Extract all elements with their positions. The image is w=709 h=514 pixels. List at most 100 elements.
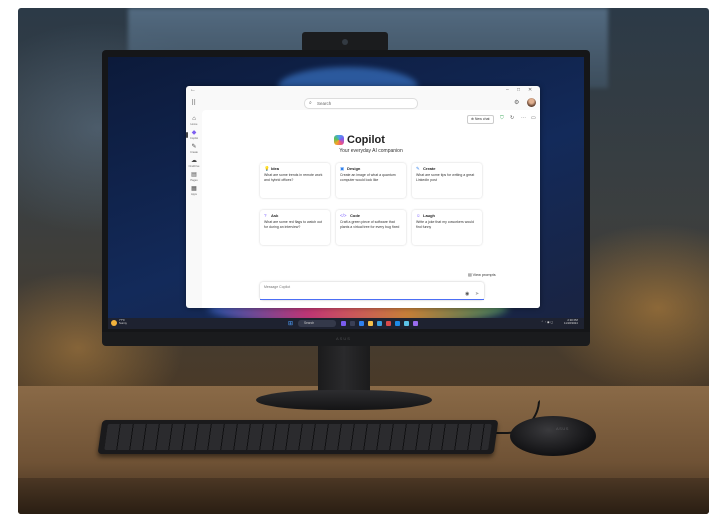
pages-icon: ▤ [191,172,197,178]
smile-icon: ☺ [416,213,421,218]
task-view-icon[interactable] [350,320,355,326]
prompt-card-design[interactable]: ▣ Design Create an image of what a quant… [336,163,406,198]
home-icon: ⌂ [192,116,196,122]
input-focus-line [260,299,484,300]
store-icon[interactable] [377,320,382,326]
card-title: Laugh [423,213,435,218]
app-launcher-icon[interactable]: ⠿ [191,99,196,107]
system-tray-icons[interactable]: ⌃ ◔ ◉ ◻ [541,320,553,324]
file-explorer-icon[interactable] [368,320,373,326]
send-icon[interactable]: ➤ [475,291,479,297]
cloud-icon: ☁ [191,158,197,164]
card-body: What are some trends in remote work and … [264,173,323,182]
pen-icon: ✎ [416,166,420,171]
windows-start-icon[interactable]: ⊞ [288,320,293,327]
sidebar-item-label: Pages [190,179,198,182]
sidebar-item-label: Create [190,151,198,154]
new-chat-label: New chat [474,117,490,121]
card-body: Write a joke that my coworkers would fin… [416,220,474,229]
sidebar-item-label: Copilot [189,137,199,140]
active-indicator [186,132,188,138]
webcam [302,32,388,52]
app-icon-teal[interactable] [404,320,409,326]
taskbar-search[interactable]: Search [298,320,336,327]
microphone-icon[interactable]: ◉ [465,291,469,297]
mouse: ASUS [510,416,596,456]
taskbar: 77°F Sunny ⊞ Search ⌃ ◔ ◉ ◻ 2:30 PM 11/18/… [108,318,584,329]
image-icon: ▣ [340,166,345,171]
prompt-card-ask[interactable]: ? Ask What are some red flags to watch o… [260,210,330,245]
search-input[interactable]: ⌕ Search [304,98,418,109]
mouse-brand-logo: ASUS [556,426,569,431]
card-title: Idea [271,166,280,171]
monitor-stand-base [256,390,432,410]
card-title: Create [423,166,436,171]
sun-icon[interactable] [111,320,117,326]
more-options-icon[interactable]: ⋯ [521,115,526,121]
top-bar: ⠿ ⌕ Search ⚙ [186,96,540,110]
sidebar-item-apps[interactable]: ▦ Apps [186,186,202,196]
app-icon-red[interactable] [386,320,391,326]
prompt-card-code[interactable]: </> Code Craft a green piece of software… [336,210,406,245]
history-icon[interactable]: ↻ [510,115,514,121]
message-placeholder: Message Copilot [264,285,291,289]
app-icon-purple[interactable] [413,320,418,326]
minimize-icon[interactable]: – [506,87,509,93]
view-prompts-label: View prompts [472,273,496,277]
taskbar-search-label: Search [304,321,315,326]
sidebar-item-label: OneDrive [188,165,200,168]
desk-edge [18,478,709,514]
settings-gear-icon[interactable]: ⚙ [514,99,519,106]
card-title: Code [350,213,360,218]
clock-date: 11/18/2024 [564,321,578,326]
sidebar-item-home[interactable]: ⌂ Home [186,116,202,126]
edge-icon[interactable] [359,320,364,326]
weather-widget[interactable]: 77°F Sunny [119,318,127,326]
close-icon[interactable]: ✕ [528,87,532,93]
monitor-chin: ASUS [102,332,590,346]
sidebar-item-create[interactable]: ✎ Create [186,144,202,154]
code-icon: </> [340,213,347,218]
weather-desc: Sunny [119,321,127,326]
prompt-card-create[interactable]: ✎ Create What are some tips for writing … [412,163,482,198]
tagline: Your everyday AI companion [339,148,403,154]
view-prompts-button[interactable]: ▤ View prompts [468,272,496,277]
avatar[interactable] [527,98,536,107]
shield-icon[interactable]: ⛉ [500,115,504,121]
title-bar: ← – □ ✕ [186,86,540,96]
new-chat-button[interactable]: ⊕ New chat [467,115,494,124]
maximize-icon[interactable]: □ [517,87,520,93]
copilot-window: ← – □ ✕ ⠿ ⌕ Search ⚙ ⌂ Home ◆ Copilot ✎ … [186,86,540,308]
message-input[interactable]: Message Copilot ◉ ➤ [260,282,484,300]
copilot-icon: ◆ [191,130,197,136]
question-icon: ? [264,213,267,218]
prompt-card-idea[interactable]: 💡 Idea What are some trends in remote wo… [260,163,330,198]
back-arrow-icon[interactable]: ← [190,87,196,93]
webcam-lens [342,39,348,45]
copilot-taskbar-icon[interactable] [341,320,346,326]
monitor-brand-logo: ASUS [336,336,351,341]
create-icon: ✎ [191,144,197,150]
card-body: Create an image of what a quantum comput… [340,173,396,182]
sidebar-toggle-icon[interactable]: ▭ [531,115,536,121]
page-title: Copilot [347,134,385,146]
keyboard [97,420,499,454]
copilot-logo-icon [334,135,344,145]
sidebar-item-pages[interactable]: ▤ Pages [186,172,202,182]
sidebar-item-label: Home [190,123,198,126]
card-body: What are some tips for writing a great L… [416,173,475,182]
card-title: Design [347,166,361,171]
sidebar: ⌂ Home ◆ Copilot ✎ Create ☁ OneDrive ▤ P… [186,110,202,308]
apps-icon: ▦ [191,186,197,192]
sidebar-item-copilot[interactable]: ◆ Copilot [186,130,202,140]
app-icon-blue[interactable] [395,320,400,326]
card-body: Craft a green piece of software that pla… [340,220,400,229]
card-body: What are some red flags to watch out for… [264,220,322,229]
lightbulb-icon: 💡 [264,166,270,171]
card-title: Ask [271,213,279,218]
sidebar-item-onedrive[interactable]: ☁ OneDrive [186,158,202,168]
prompt-card-laugh[interactable]: ☺ Laugh Write a joke that my coworkers w… [412,210,482,245]
taskbar-clock[interactable]: 2:30 PM 11/18/2024 [564,318,578,326]
main-pane: ⊕ New chat ⛉ ↻ ⋯ ▭ Copilot Your everyday… [202,110,540,308]
search-placeholder: Search [317,100,332,106]
